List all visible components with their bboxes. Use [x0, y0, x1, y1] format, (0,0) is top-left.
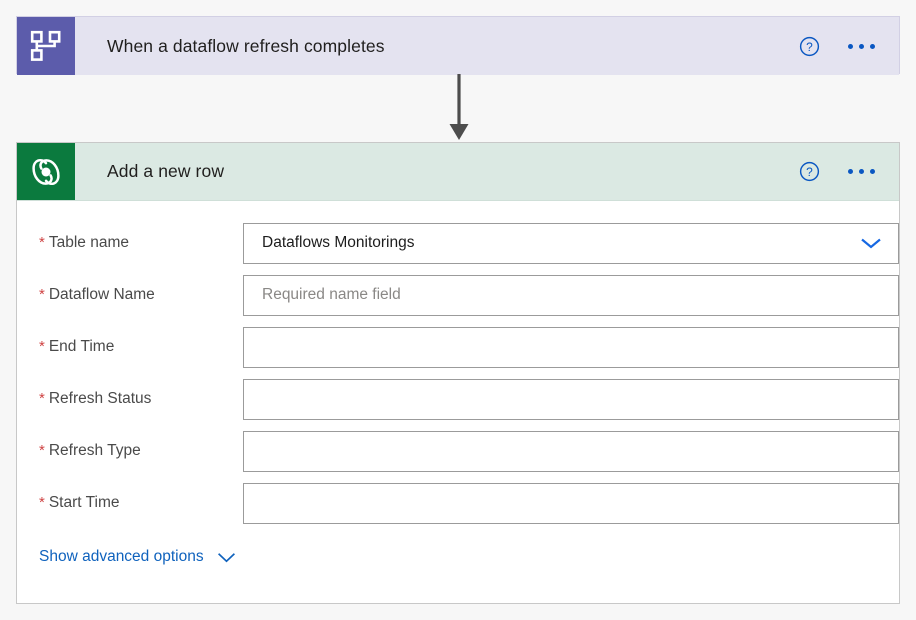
trigger-card-actions: ?: [799, 17, 899, 75]
field-label-table-name: * Table name: [39, 234, 243, 252]
end-time-input[interactable]: [243, 326, 899, 368]
field-label-dataflow-name: * Dataflow Name: [39, 286, 243, 304]
table-name-value: Dataflows Monitorings: [262, 234, 415, 251]
more-ellipsis-icon[interactable]: [846, 161, 877, 182]
field-label-end-time: * End Time: [39, 338, 243, 356]
action-card-title: Add a new row: [107, 161, 225, 181]
field-label-refresh-status: * Refresh Status: [39, 390, 243, 408]
help-circle-icon[interactable]: ?: [799, 161, 820, 182]
show-advanced-options-button[interactable]: Show advanced options: [17, 548, 237, 566]
dataflow-hierarchy-icon: [17, 17, 75, 75]
svg-text:?: ?: [806, 39, 813, 53]
chevron-down-icon[interactable]: [858, 235, 884, 251]
field-label-text: Refresh Type: [48, 442, 141, 459]
action-card-header[interactable]: Add a new row ?: [17, 143, 899, 201]
flow-designer-canvas: When a dataflow refresh completes ? Add …: [0, 0, 916, 620]
required-asterisk: *: [39, 442, 45, 459]
form-row: * Start Time: [17, 477, 899, 529]
dataverse-icon: [17, 143, 75, 200]
required-asterisk: *: [39, 338, 45, 355]
field-label-text: Dataflow Name: [48, 286, 155, 303]
arrow-down-icon: [449, 74, 469, 140]
action-card[interactable]: Add a new row ? * Table name Dataflows M…: [16, 142, 900, 604]
start-time-input[interactable]: [243, 482, 899, 524]
help-circle-icon[interactable]: ?: [799, 36, 820, 57]
refresh-status-input[interactable]: [243, 378, 899, 420]
svg-text:?: ?: [806, 165, 813, 179]
field-label-text: End Time: [48, 338, 115, 355]
required-asterisk: *: [39, 286, 45, 303]
form-row: * End Time: [17, 321, 899, 373]
dataflow-name-placeholder: Required name field: [262, 286, 401, 303]
chevron-down-icon[interactable]: [216, 551, 237, 564]
required-asterisk: *: [39, 234, 45, 251]
refresh-type-input[interactable]: [243, 430, 899, 472]
field-label-refresh-type: * Refresh Type: [39, 442, 243, 460]
dataflow-name-input[interactable]: Required name field: [243, 274, 899, 316]
table-name-dropdown[interactable]: Dataflows Monitorings: [243, 222, 899, 264]
trigger-card-title: When a dataflow refresh completes: [107, 35, 385, 56]
required-asterisk: *: [39, 494, 45, 511]
form-row: * Table name Dataflows Monitorings: [17, 217, 899, 269]
field-label-text: Table name: [48, 234, 129, 251]
trigger-card[interactable]: When a dataflow refresh completes ?: [16, 16, 900, 75]
action-card-actions: ?: [799, 143, 899, 200]
action-card-form: * Table name Dataflows Monitorings * Dat…: [17, 201, 899, 566]
more-ellipsis-icon[interactable]: [846, 36, 877, 57]
field-label-text: Start Time: [48, 494, 120, 511]
show-advanced-options-label: Show advanced options: [39, 548, 204, 565]
form-row: * Refresh Status: [17, 373, 899, 425]
required-asterisk: *: [39, 390, 45, 407]
form-row: * Refresh Type: [17, 425, 899, 477]
trigger-card-header[interactable]: When a dataflow refresh completes ?: [17, 17, 899, 75]
field-label-text: Refresh Status: [48, 390, 152, 407]
field-label-start-time: * Start Time: [39, 494, 243, 512]
form-row: * Dataflow Name Required name field: [17, 269, 899, 321]
